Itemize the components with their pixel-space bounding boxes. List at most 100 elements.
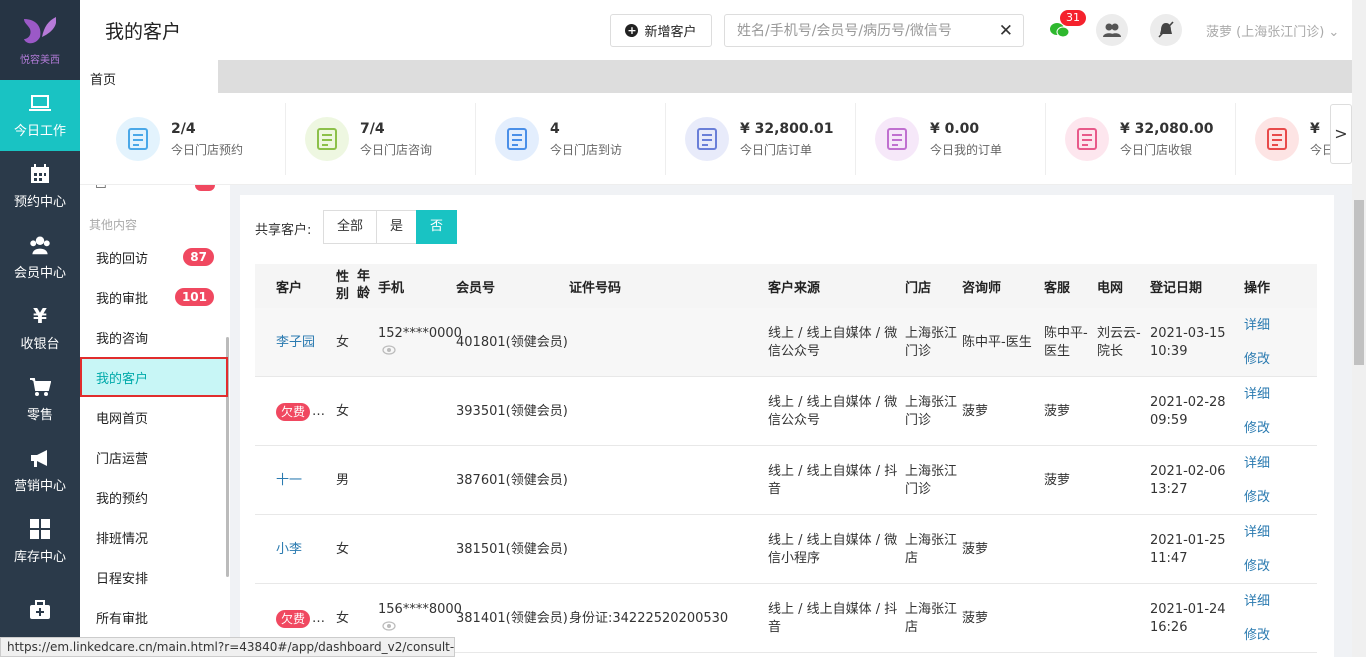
edit-link[interactable]: 修改 [1244, 619, 1270, 653]
cell-consultant: 菠萝 [962, 584, 1042, 653]
submenu-item-8[interactable]: 日程安排 [80, 557, 228, 597]
stat-card[interactable]: ¥ 0.00 今日我的订单 [875, 93, 1002, 184]
nav-item-4[interactable]: 零售 [0, 364, 80, 435]
stat-card[interactable]: ¥ 32,800.01 今日门店订单 [685, 93, 833, 184]
cell-ops: 详细 修改 [1244, 308, 1270, 377]
plus-circle-icon: + [625, 24, 639, 37]
user-name-label: 菠萝 (上海张江门诊) [1206, 25, 1325, 40]
customer-name-link[interactable]: … [312, 403, 325, 421]
logo[interactable]: 悦容美西 [0, 0, 80, 80]
count-badge: 101 [174, 288, 214, 306]
cell-net [1097, 446, 1147, 515]
calendar-check-icon [116, 117, 160, 161]
nav-item-5[interactable]: 营销中心 [0, 435, 80, 506]
stat-text: ¥ 32,080.00 今日门店收银 [1120, 121, 1213, 158]
phone-text: 156****8000 [378, 601, 462, 617]
scrollbar-thumb[interactable] [1354, 200, 1364, 365]
submenu-item-0[interactable]: 我的回访 87 [80, 237, 228, 277]
table-row[interactable]: 小李 女 381501(领健会员) 线上 / 线上自媒体 / 微信小程序 上海张江店 菠萝… [255, 515, 1317, 584]
cell-source: 线上 / 线上自媒体 / 微信公众号 [768, 377, 903, 446]
share-filter-option[interactable]: 全部 [323, 210, 378, 244]
detail-link[interactable]: 详细 [1244, 447, 1270, 481]
team-button[interactable] [1096, 14, 1128, 46]
share-filter-option[interactable]: 是 [376, 210, 418, 244]
submenu-item-5[interactable]: 门店运营 [80, 437, 228, 477]
customer-name-link[interactable]: 十一 [276, 472, 302, 490]
detail-link[interactable]: 详细 [1244, 516, 1270, 550]
customer-name-link[interactable]: 李子园 [276, 334, 315, 352]
customer-name-link[interactable]: … [312, 610, 325, 628]
table-row[interactable]: 李子园 女 152****0000 401801(领健会员) 线上 / 线上自媒体 / … [255, 308, 1317, 377]
stat-text: 4 今日门店到访 [550, 121, 622, 158]
search-input[interactable] [725, 15, 985, 46]
stat-card[interactable]: ¥ 今日 [1255, 93, 1334, 184]
submenu-item-3[interactable]: 我的客户 [80, 357, 228, 397]
submenu-item-7[interactable]: 排班情况 [80, 517, 228, 557]
submenu-item-9[interactable]: 所有审批 [80, 597, 228, 637]
eye-icon[interactable] [382, 619, 396, 637]
add-customer-button[interactable]: + 新增客户 [610, 14, 712, 47]
nav-item-3[interactable]: ¥ 收银台 [0, 293, 80, 364]
edit-link[interactable]: 修改 [1244, 412, 1270, 446]
stat-divider [855, 103, 856, 175]
share-filter-option[interactable]: 否 [416, 210, 458, 244]
submenu-item-6[interactable]: 我的预约 [80, 477, 228, 517]
cell-idno [569, 377, 759, 446]
cell-source: 线上 / 线上自媒体 / 微信公众号 [768, 308, 903, 377]
stat-label: 今日门店预约 [171, 142, 244, 157]
col-gender: 性别 [336, 270, 350, 302]
cell-idno [569, 308, 759, 377]
submenu-item-label: 我的回访 [96, 252, 149, 267]
eye-icon[interactable] [382, 343, 396, 361]
cell-member: 381401(领健会员) [456, 584, 568, 653]
customer-name-link[interactable]: 小李 [276, 541, 302, 559]
cell-gender: 女 [336, 515, 366, 584]
notifications-muted-button[interactable] [1150, 14, 1182, 46]
stat-card[interactable]: 7/4 今日门店咨询 [305, 93, 432, 184]
cell-source: 线上 / 线上自媒体 / 抖音 [768, 584, 903, 653]
store-text: 上海张江店 [905, 601, 958, 635]
add-customer-label: 新增客户 [644, 25, 697, 40]
nav-item-1[interactable]: 预约中心 [0, 151, 80, 222]
chat-badge: 31 [1060, 10, 1086, 26]
table-row[interactable]: 十一 男 387601(领健会员) 线上 / 线上自媒体 / 抖音 上海张江门诊 菠萝 20… [255, 446, 1317, 515]
count-badge: 87 [183, 248, 214, 266]
stat-card[interactable]: 2/4 今日门店预约 [116, 93, 244, 184]
cell-ops: 详细 修改 [1244, 446, 1270, 515]
col-member: 会员号 [456, 280, 496, 296]
submenu-item-4[interactable]: 电网首页 [80, 397, 228, 437]
page-scrollbar[interactable] [1352, 0, 1366, 657]
consultant-text: 菠萝 [962, 403, 989, 419]
nav-item-2[interactable]: 会员中心 [0, 222, 80, 293]
stat-card[interactable]: 4 今日门店到访 [495, 93, 622, 184]
user-menu[interactable]: 菠萝 (上海张江门诊) ⌄ [1206, 21, 1339, 40]
edit-link[interactable]: 修改 [1244, 481, 1270, 515]
submenu-item-2[interactable]: 我的咨询 [80, 317, 228, 357]
source-text: 线上 / 线上自媒体 / 微信公众号 [768, 394, 898, 428]
detail-link[interactable]: 详细 [1244, 309, 1270, 343]
stats-next-arrow-icon[interactable]: > [1330, 104, 1352, 164]
table-row[interactable]: 欠费… 女 393501(领健会员) 线上 / 线上自媒体 / 微信公众号 上海张江门诊… [255, 377, 1317, 446]
edit-link[interactable]: 修改 [1244, 550, 1270, 584]
members-icon [29, 234, 51, 256]
wechat-button[interactable]: 31 [1044, 10, 1086, 46]
cell-customer: 小李 [276, 515, 302, 584]
nav-item-6[interactable]: 库存中心 [0, 506, 80, 577]
close-icon[interactable]: ✕ [999, 21, 1013, 41]
tab-home[interactable]: 首页 [80, 60, 218, 93]
detail-link[interactable]: 详细 [1244, 378, 1270, 412]
cell-date: 2021-02-28 09:59 [1150, 377, 1240, 446]
date-text: 2021-03-15 10:39 [1150, 325, 1226, 359]
newspaper-icon [685, 117, 729, 161]
col-phone: 手机 [378, 280, 405, 296]
col-ops: 操作 [1244, 280, 1271, 296]
cell-customer: 欠费… [276, 377, 325, 446]
detail-link[interactable]: 详细 [1244, 585, 1270, 619]
edit-link[interactable]: 修改 [1244, 343, 1270, 377]
submenu-item-1[interactable]: 我的审批 101 [80, 277, 228, 317]
consultant-text: 菠萝 [962, 541, 989, 557]
member-text: 381401(领健会员) [456, 610, 568, 626]
stat-card[interactable]: ¥ 32,080.00 今日门店收银 [1065, 93, 1213, 184]
nav-item-0[interactable]: 今日工作 [0, 80, 80, 151]
cart-icon [29, 376, 51, 398]
